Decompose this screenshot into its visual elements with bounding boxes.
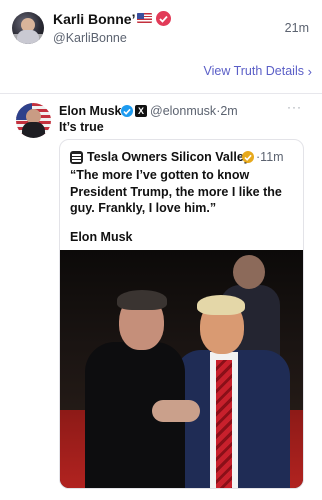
quoted-author-handle-time[interactable]: @elonmusk·2m bbox=[150, 104, 238, 118]
embedded-attribution: Elon Musk bbox=[70, 230, 133, 244]
account-logo-icon bbox=[70, 151, 83, 164]
photo-person-right-hair bbox=[197, 295, 245, 315]
photo-background-head bbox=[233, 255, 265, 289]
avatar-suit bbox=[22, 122, 45, 138]
quoted-author-avatar[interactable] bbox=[16, 103, 51, 138]
chevron-right-icon[interactable]: › bbox=[308, 64, 312, 79]
divider bbox=[0, 93, 322, 94]
us-flag-icon bbox=[137, 13, 152, 23]
quoted-post-time: 2m bbox=[220, 104, 238, 118]
view-truth-details-link[interactable]: View Truth Details bbox=[203, 64, 304, 78]
avatar-shirt bbox=[17, 30, 39, 44]
quoted-author-name[interactable]: Elon Musk bbox=[59, 104, 122, 118]
verified-badge-icon bbox=[156, 11, 171, 26]
post-header: Karli Bonne’ @KarliBonne 21m bbox=[0, 0, 322, 60]
avatar[interactable] bbox=[12, 12, 44, 44]
display-name[interactable]: Karli Bonne’ bbox=[53, 11, 135, 27]
photo-tie bbox=[216, 360, 232, 488]
embedded-post-card[interactable]: Tesla Owners Silicon Valley ·11m “The mo… bbox=[59, 139, 304, 489]
photo-hand bbox=[152, 400, 200, 422]
user-handle[interactable]: @KarliBonne bbox=[53, 31, 127, 45]
embedded-account-name[interactable]: Tesla Owners Silicon Valley bbox=[87, 150, 251, 164]
verified-badge-icon bbox=[121, 105, 133, 117]
x-logo-icon: X bbox=[135, 105, 147, 117]
photo-person-left-hair bbox=[117, 290, 167, 310]
embedded-photo[interactable] bbox=[60, 250, 303, 488]
verified-badge-icon bbox=[242, 151, 254, 163]
more-icon[interactable]: ··· bbox=[287, 100, 302, 114]
embedded-time: 11m bbox=[260, 150, 284, 164]
embedded-post-time: ·11m bbox=[256, 150, 284, 164]
post-time: 21m bbox=[284, 21, 309, 35]
embedded-quote-text: “The more I’ve gotten to know President … bbox=[70, 168, 282, 215]
quoted-post-text: It’s true bbox=[59, 120, 104, 134]
quoted-author-handle[interactable]: @elonmusk bbox=[150, 104, 216, 118]
